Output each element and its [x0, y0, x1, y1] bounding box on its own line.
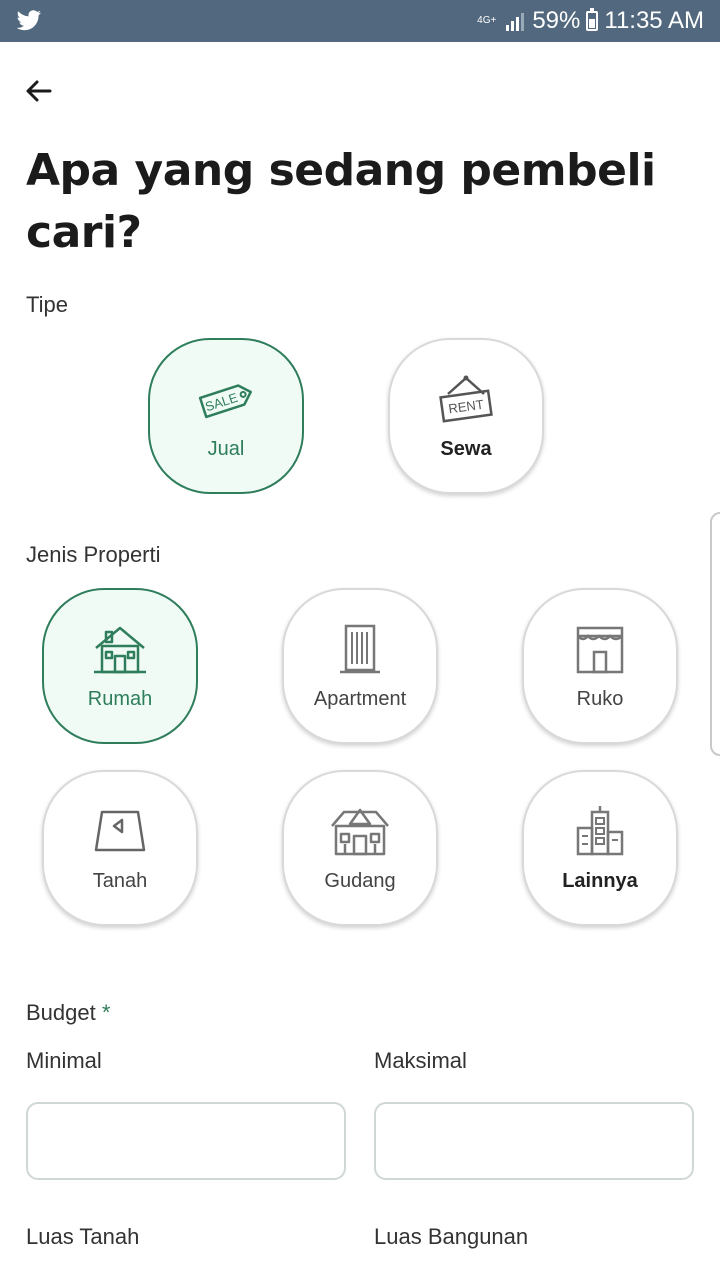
back-arrow-icon[interactable] [22, 74, 56, 108]
svg-text:SALE: SALE [203, 389, 240, 414]
svg-text:RENT: RENT [448, 396, 485, 416]
tipe-option-label: Jual [207, 437, 245, 460]
luas-tanah-label: Luas Tanah [26, 1224, 140, 1249]
clock: 11:35 AM [604, 7, 704, 34]
budget-min-input[interactable] [26, 1102, 346, 1180]
budget-max-label: Maksimal [374, 1048, 467, 1073]
apartment-icon [340, 624, 380, 673]
budget-min-label: Minimal [26, 1048, 102, 1073]
side-scroll-handle[interactable] [710, 512, 720, 756]
network-type: 4G+ [477, 15, 497, 26]
warehouse-icon [331, 808, 389, 855]
property-option-label: Ruko [576, 687, 624, 710]
land-icon [94, 810, 146, 851]
property-option-lainnya[interactable]: Lainnya [522, 770, 678, 926]
tipe-label: Tipe [26, 292, 68, 317]
signal-icon [506, 13, 525, 31]
house-icon [94, 626, 146, 673]
property-option-label: Lainnya [562, 869, 638, 892]
property-option-rumah[interactable]: Rumah [42, 588, 198, 744]
battery-percent: 59% [532, 7, 581, 34]
property-option-apartment[interactable]: Apartment [282, 588, 438, 744]
budget-max-input[interactable] [374, 1102, 694, 1180]
property-option-gudang[interactable]: Gudang [282, 770, 438, 926]
tipe-option-jual[interactable]: SALE Jual [148, 338, 304, 494]
rent-sign-icon: RENT [439, 375, 493, 423]
required-mark: * [101, 1000, 111, 1025]
tipe-option-sewa[interactable]: RENT Sewa [388, 338, 544, 494]
property-option-label: Tanah [92, 869, 148, 892]
jenis-properti-label: Jenis Properti [26, 542, 161, 567]
property-option-label: Rumah [87, 687, 153, 710]
buildings-icon [576, 805, 624, 855]
property-option-tanah[interactable]: Tanah [42, 770, 198, 926]
status-bar: 4G+ 59% 11:35 AM [0, 0, 720, 42]
property-option-ruko[interactable]: Ruko [522, 588, 678, 744]
budget-label: Budget * [26, 1000, 110, 1026]
shophouse-icon [576, 626, 624, 673]
page-title: Apa yang sedang pembeli cari? [26, 145, 656, 258]
battery-icon [586, 8, 599, 31]
property-option-label: Gudang [324, 869, 396, 892]
luas-bangunan-label: Luas Bangunan [374, 1224, 529, 1249]
sale-tag-icon: SALE [198, 383, 252, 418]
tipe-option-label: Sewa [440, 437, 492, 460]
property-option-label: Apartment [313, 687, 407, 710]
twitter-icon [16, 10, 41, 31]
budget-label-text: Budget [26, 1000, 96, 1025]
